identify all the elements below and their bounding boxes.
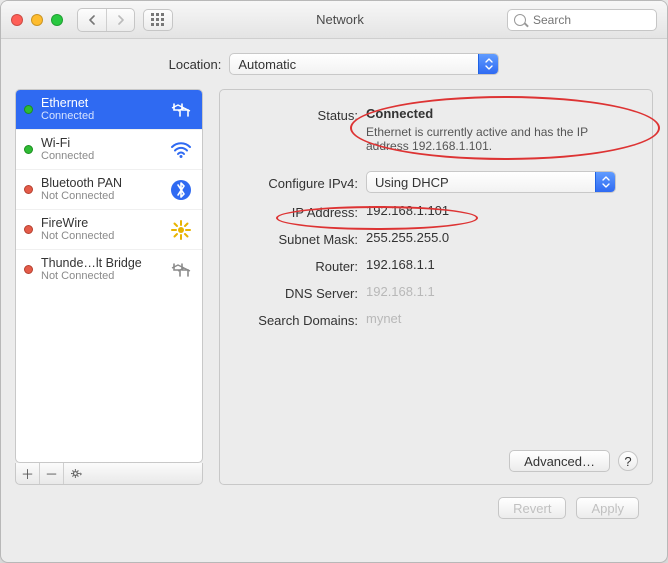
system-preferences-window: Network Location: Automatic Ethernet Con… [0,0,668,563]
router-label: Router: [234,257,366,274]
service-status: Not Connected [41,230,160,243]
service-item-thunde-lt-bridge[interactable]: Thunde…lt Bridge Not Connected [16,250,202,289]
content: Location: Automatic Ethernet Connected W… [1,39,667,535]
status-description: Ethernet is currently active and has the… [366,125,626,153]
remove-service-button[interactable]: － [40,463,64,484]
service-item-ethernet[interactable]: Ethernet Connected [16,90,202,130]
search-input[interactable] [531,12,650,28]
router-value: 192.168.1.1 [366,257,638,272]
location-label: Location: [169,57,222,72]
chevron-up-down-icon [595,172,615,192]
minimize-window-button[interactable] [31,14,43,26]
configure-value: Using DHCP [375,175,449,190]
location-select[interactable]: Automatic [229,53,499,75]
help-button[interactable]: ? [618,451,638,471]
dns-row: DNS Server: 192.168.1.1 [234,284,638,301]
status-dot [24,145,33,154]
add-service-button[interactable]: ＋ [16,463,40,484]
ip-row: IP Address: 192.168.1.101 [234,203,638,220]
subnet-row: Subnet Mask: 255.255.255.0 [234,230,638,247]
service-name: Wi-Fi [41,136,160,150]
location-row: Location: Automatic [15,53,653,75]
service-list[interactable]: Ethernet Connected Wi-Fi Connected Bluet… [15,89,203,463]
service-name: Ethernet [41,96,160,110]
ip-label: IP Address: [234,203,366,220]
service-item-wi-fi[interactable]: Wi-Fi Connected [16,130,202,170]
ethernet-icon [168,261,194,279]
back-button[interactable] [78,9,106,31]
nav-back-forward [77,8,135,32]
service-name: Thunde…lt Bridge [41,256,160,270]
dns-value: 192.168.1.1 [366,284,638,299]
sidebar-toolbar: ＋ － [15,463,203,485]
firewire-icon [168,219,194,241]
service-status: Connected [41,110,160,123]
close-window-button[interactable] [11,14,23,26]
chevron-up-down-icon [478,54,498,74]
bluetooth-icon [168,179,194,201]
dns-label: DNS Server: [234,284,366,301]
search-domains-row: Search Domains: mynet [234,311,638,328]
configure-ipv4-select[interactable]: Using DHCP [366,171,616,193]
grid-icon [151,13,165,27]
zoom-window-button[interactable] [51,14,63,26]
revert-button[interactable]: Revert [498,497,566,519]
wifi-icon [168,141,194,159]
service-status: Connected [41,150,160,163]
status-label: Status: [234,106,366,123]
search-icon [514,14,526,26]
service-status: Not Connected [41,190,160,203]
detail-panel: Status: Connected Ethernet is currently … [219,89,653,485]
location-value: Automatic [238,57,296,72]
service-status: Not Connected [41,270,160,283]
configure-row: Configure IPv4: Using DHCP [234,171,638,193]
search-domains-label: Search Domains: [234,311,366,328]
window-footer: Revert Apply [15,485,653,523]
titlebar: Network [1,1,667,39]
status-dot [24,225,33,234]
service-name: Bluetooth PAN [41,176,160,190]
service-item-bluetooth-pan[interactable]: Bluetooth PAN Not Connected [16,170,202,210]
gear-icon [70,467,83,480]
advanced-button[interactable]: Advanced… [509,450,610,472]
status-value: Connected [366,106,638,121]
window-title: Network [181,12,499,27]
panel-footer: Advanced… ? [234,450,638,472]
service-item-firewire[interactable]: FireWire Not Connected [16,210,202,250]
forward-button[interactable] [106,9,134,31]
show-all-button[interactable] [143,9,173,31]
subnet-value: 255.255.255.0 [366,230,638,245]
router-row: Router: 192.168.1.1 [234,257,638,274]
body: Ethernet Connected Wi-Fi Connected Bluet… [15,89,653,485]
sidebar-wrap: Ethernet Connected Wi-Fi Connected Bluet… [15,89,203,485]
status-row: Status: Connected Ethernet is currently … [234,106,638,153]
ip-value: 192.168.1.101 [366,203,638,218]
ethernet-icon [168,101,194,119]
status-dot [24,105,33,114]
service-name: FireWire [41,216,160,230]
subnet-label: Subnet Mask: [234,230,366,247]
service-action-menu[interactable] [64,463,88,484]
configure-label: Configure IPv4: [234,174,366,191]
status-dot [24,265,33,274]
status-dot [24,185,33,194]
search-domains-value: mynet [366,311,638,326]
window-controls [11,14,63,26]
search-field[interactable] [507,9,657,31]
apply-button[interactable]: Apply [576,497,639,519]
